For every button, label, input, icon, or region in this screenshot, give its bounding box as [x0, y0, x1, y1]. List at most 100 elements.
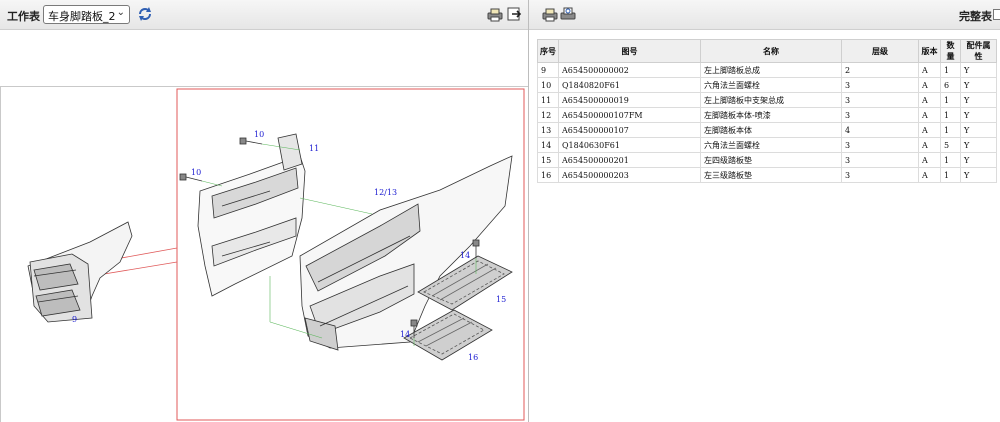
cell-drawing-no: A654500000019 [558, 92, 701, 108]
cell-attribute: Y [960, 167, 997, 183]
col-header-level[interactable]: 层级 [841, 39, 919, 63]
cell-level: 3 [841, 92, 919, 108]
table-header-row: 序号 图号 名称 层级 版本 数量 配件属性 [537, 39, 997, 63]
cell-seq: 12 [537, 107, 559, 123]
print-icon[interactable] [487, 6, 503, 22]
cell-drawing-no: Q1840820F61 [558, 77, 701, 93]
worksheet-label: 工作表 [7, 10, 40, 23]
callout-11: 11 [309, 144, 319, 153]
cell-level: 3 [841, 137, 919, 153]
cell-name: 六角法兰面螺栓 [700, 77, 842, 93]
refresh-icon[interactable] [137, 6, 153, 22]
cell-seq: 9 [537, 62, 559, 78]
cell-drawing-no: A654500000002 [558, 62, 701, 78]
table-row[interactable]: 15 A654500000201 左四级踏板垫 3 A 1 Y [537, 152, 997, 168]
cell-name: 六角法兰面螺栓 [700, 137, 842, 153]
cell-version: A [918, 77, 941, 93]
parts-list-pane: 完整表 序号 图号 名称 层级 版本 数量 配件属性 9 A65450000000… [529, 0, 1000, 422]
col-header-qty[interactable]: 数量 [940, 39, 961, 63]
drawing-pane: 工作表 车身脚踏板_2 ⌄ 9 10 10 11 12/13 14 14 15 … [0, 0, 528, 422]
exploded-parts-drawing[interactable]: 9 10 10 11 12/13 14 14 15 16 [0, 86, 528, 422]
cell-attribute: Y [960, 122, 997, 138]
parts-toolbar: 完整表 [529, 0, 1000, 30]
cell-name: 左脚踏板本体-喷漆 [700, 107, 842, 123]
cell-attribute: Y [960, 92, 997, 108]
callout-14a: 14 [460, 251, 470, 260]
col-header-version[interactable]: 版本 [918, 39, 941, 63]
cell-name: 左上脚踏板总成 [700, 62, 842, 78]
cell-version: A [918, 107, 941, 123]
cell-name: 左脚踏板本体 [700, 122, 842, 138]
table-row[interactable]: 16 A654500000203 左三级踏板垫 3 A 1 Y [537, 167, 997, 183]
chevron-down-icon: ⌄ [116, 7, 125, 18]
cell-qty: 6 [940, 77, 961, 93]
col-header-seq[interactable]: 序号 [537, 39, 559, 63]
cell-version: A [918, 92, 941, 108]
step-body-part [299, 155, 513, 351]
cell-level: 3 [841, 152, 919, 168]
table-row[interactable]: 10 Q1840820F61 六角法兰面螺栓 3 A 6 Y [537, 77, 997, 93]
drawing-toolbar: 工作表 车身脚踏板_2 ⌄ [0, 0, 528, 30]
cell-qty: 1 [940, 152, 961, 168]
callout-14b: 14 [400, 330, 410, 339]
cell-drawing-no: Q1840630F61 [558, 137, 701, 153]
cell-version: A [918, 167, 941, 183]
callout-15: 15 [496, 295, 506, 304]
cell-level: 3 [841, 167, 919, 183]
callout-16: 16 [468, 353, 478, 362]
cell-version: A [918, 137, 941, 153]
cell-seq: 10 [537, 77, 559, 93]
bracket-part [197, 133, 306, 297]
cell-qty: 1 [940, 122, 961, 138]
cell-attribute: Y [960, 77, 997, 93]
callout-9: 9 [72, 315, 77, 324]
print-icon[interactable] [542, 6, 558, 22]
cell-drawing-no: A654500000201 [558, 152, 701, 168]
table-row[interactable]: 9 A654500000002 左上脚踏板总成 2 A 1 Y [537, 62, 997, 78]
callout-10b: 10 [191, 168, 201, 177]
cell-level: 2 [841, 62, 919, 78]
cell-version: A [918, 62, 941, 78]
cell-drawing-no: A654500000107 [558, 122, 701, 138]
cell-name: 左四级踏板垫 [700, 152, 842, 168]
cell-drawing-no: A654500000203 [558, 167, 701, 183]
table-row[interactable]: 11 A654500000019 左上脚踏板中支架总成 3 A 1 Y [537, 92, 997, 108]
col-header-name[interactable]: 名称 [700, 39, 842, 63]
cell-qty: 5 [940, 137, 961, 153]
complete-table-label: 完整表 [959, 10, 992, 23]
worksheet-select[interactable]: 车身脚踏板_2 ⌄ [43, 5, 130, 24]
cell-level: 3 [841, 107, 919, 123]
cell-name: 左三级踏板垫 [700, 167, 842, 183]
table-row[interactable]: 12 A654500000107FM 左脚踏板本体-喷漆 3 A 1 Y [537, 107, 997, 123]
print-preview-icon[interactable] [560, 6, 576, 22]
cell-version: A [918, 122, 941, 138]
export-icon[interactable] [506, 6, 522, 22]
cell-drawing-no: A654500000107FM [558, 107, 701, 123]
worksheet-select-value: 车身脚踏板_2 [48, 10, 116, 23]
cell-qty: 1 [940, 107, 961, 123]
complete-table-checkbox[interactable] [993, 9, 1000, 20]
table-row[interactable]: 13 A654500000107 左脚踏板本体 4 A 1 Y [537, 122, 997, 138]
app-window: 工作表 车身脚踏板_2 ⌄ 9 10 10 11 12/13 14 14 15 … [0, 0, 1000, 422]
parts-table: 序号 图号 名称 层级 版本 数量 配件属性 9 A654500000002 左上脚… [537, 39, 997, 183]
cell-qty: 1 [940, 92, 961, 108]
table-row[interactable]: 14 Q1840630F61 六角法兰面螺栓 3 A 5 Y [537, 137, 997, 153]
callout-10a: 10 [254, 130, 264, 139]
cell-level: 4 [841, 122, 919, 138]
cell-name: 左上脚踏板中支架总成 [700, 92, 842, 108]
callout-12-13: 12/13 [374, 188, 397, 197]
col-header-attribute[interactable]: 配件属性 [960, 39, 997, 63]
cell-seq: 14 [537, 137, 559, 153]
cell-seq: 11 [537, 92, 559, 108]
cell-attribute: Y [960, 137, 997, 153]
cell-level: 3 [841, 77, 919, 93]
cell-attribute: Y [960, 152, 997, 168]
col-header-drawing-no[interactable]: 图号 [558, 39, 701, 63]
cell-version: A [918, 152, 941, 168]
cell-qty: 1 [940, 167, 961, 183]
cell-seq: 16 [537, 167, 559, 183]
cell-seq: 15 [537, 152, 559, 168]
cell-attribute: Y [960, 107, 997, 123]
cell-qty: 1 [940, 62, 961, 78]
cell-seq: 13 [537, 122, 559, 138]
